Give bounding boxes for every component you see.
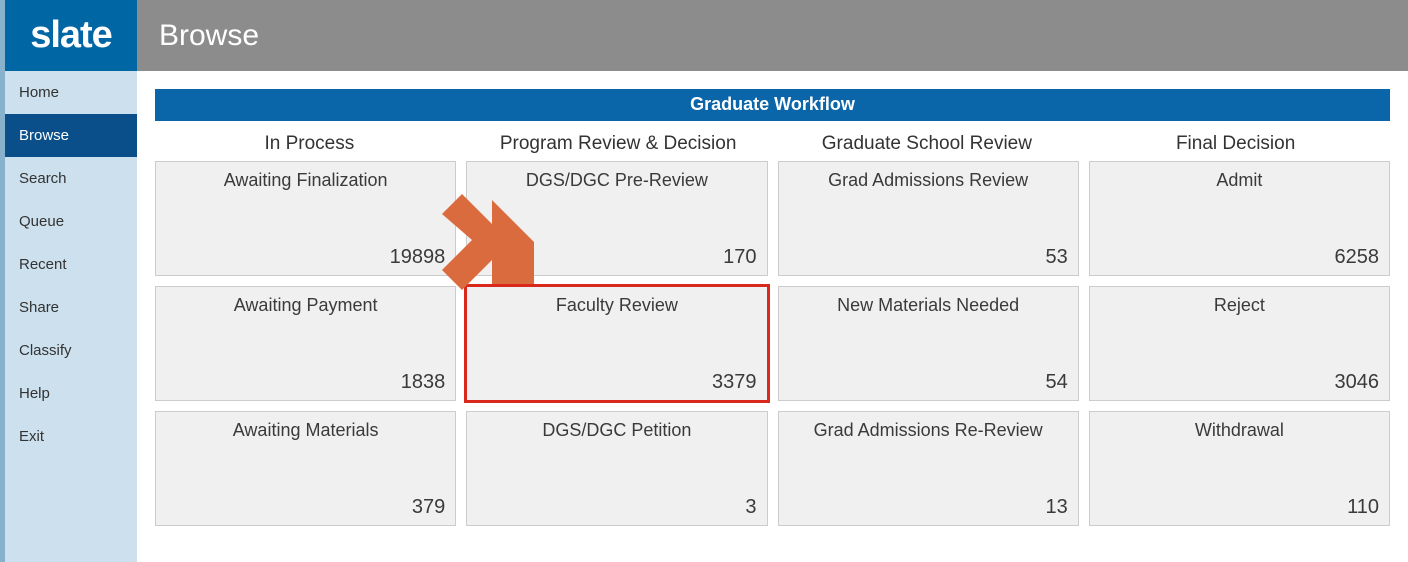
nav-item-exit[interactable]: Exit bbox=[5, 415, 137, 458]
col-header-program-review: Program Review & Decision bbox=[464, 125, 773, 161]
tile-dgs-petition[interactable]: DGS/DGC Petition 3 bbox=[466, 411, 767, 526]
col-header-final-decision: Final Decision bbox=[1081, 125, 1390, 161]
tile-awaiting-materials[interactable]: Awaiting Materials 379 bbox=[155, 411, 456, 526]
tile-admit[interactable]: Admit 6258 bbox=[1089, 161, 1390, 276]
header-bar: Browse bbox=[137, 0, 1408, 71]
tile-label: DGS/DGC Petition bbox=[467, 412, 766, 441]
tile-label: Grad Admissions Re-Review bbox=[779, 412, 1078, 441]
tile-count: 110 bbox=[1347, 496, 1379, 519]
nav-item-home[interactable]: Home bbox=[5, 71, 137, 114]
page-title: Browse bbox=[159, 19, 259, 53]
tile-reject[interactable]: Reject 3046 bbox=[1089, 286, 1390, 401]
tile-label: Awaiting Finalization bbox=[156, 162, 455, 191]
tile-new-materials[interactable]: New Materials Needed 54 bbox=[778, 286, 1079, 401]
tile-count: 1838 bbox=[401, 371, 446, 394]
logo-text: slate bbox=[30, 14, 112, 57]
tile-grad-admissions-re-review[interactable]: Grad Admissions Re-Review 13 bbox=[778, 411, 1079, 526]
tile-label: Reject bbox=[1090, 287, 1389, 316]
nav-item-browse[interactable]: Browse bbox=[5, 114, 137, 157]
content: Graduate Workflow In Process Program Rev… bbox=[137, 71, 1408, 562]
nav-item-search[interactable]: Search bbox=[5, 157, 137, 200]
tile-label: Faculty Review bbox=[467, 287, 766, 316]
tile-count: 3 bbox=[745, 496, 756, 519]
tile-count: 6258 bbox=[1335, 246, 1380, 269]
tile-count: 170 bbox=[723, 246, 756, 269]
tile-label: Withdrawal bbox=[1090, 412, 1389, 441]
tile-withdrawal[interactable]: Withdrawal 110 bbox=[1089, 411, 1390, 526]
tile-label: Awaiting Payment bbox=[156, 287, 455, 316]
tile-count: 3046 bbox=[1335, 371, 1380, 394]
tile-label: Admit bbox=[1090, 162, 1389, 191]
tile-count: 13 bbox=[1046, 496, 1068, 519]
nav-item-recent[interactable]: Recent bbox=[5, 243, 137, 286]
tile-label: New Materials Needed bbox=[779, 287, 1078, 316]
tile-faculty-review[interactable]: Faculty Review 3379 bbox=[466, 286, 767, 401]
nav-item-classify[interactable]: Classify bbox=[5, 329, 137, 372]
tile-count: 19898 bbox=[390, 246, 446, 269]
tile-awaiting-finalization[interactable]: Awaiting Finalization 19898 bbox=[155, 161, 456, 276]
nav: Home Browse Search Queue Recent Share Cl… bbox=[5, 71, 137, 458]
tile-count: 3379 bbox=[712, 371, 757, 394]
nav-item-share[interactable]: Share bbox=[5, 286, 137, 329]
sidebar: slate Home Browse Search Queue Recent Sh… bbox=[0, 0, 137, 562]
tile-grad-admissions-review[interactable]: Grad Admissions Review 53 bbox=[778, 161, 1079, 276]
logo: slate bbox=[5, 0, 137, 71]
nav-item-help[interactable]: Help bbox=[5, 372, 137, 415]
workflow-banner: Graduate Workflow bbox=[155, 89, 1390, 121]
tile-count: 53 bbox=[1046, 246, 1068, 269]
tile-label: Grad Admissions Review bbox=[779, 162, 1078, 191]
tile-label: DGS/DGC Pre-Review bbox=[467, 162, 766, 191]
tile-count: 54 bbox=[1046, 371, 1068, 394]
column-headers: In Process Program Review & Decision Gra… bbox=[155, 125, 1390, 161]
tile-dgs-pre-review[interactable]: DGS/DGC Pre-Review 170 bbox=[466, 161, 767, 276]
tile-awaiting-payment[interactable]: Awaiting Payment 1838 bbox=[155, 286, 456, 401]
nav-item-queue[interactable]: Queue bbox=[5, 200, 137, 243]
main: Browse Graduate Workflow In Process Prog… bbox=[137, 0, 1408, 562]
tile-count: 379 bbox=[412, 496, 445, 519]
workflow-grid: Awaiting Finalization 19898 DGS/DGC Pre-… bbox=[155, 161, 1390, 526]
tile-label: Awaiting Materials bbox=[156, 412, 455, 441]
col-header-in-process: In Process bbox=[155, 125, 464, 161]
col-header-grad-school-review: Graduate School Review bbox=[773, 125, 1082, 161]
